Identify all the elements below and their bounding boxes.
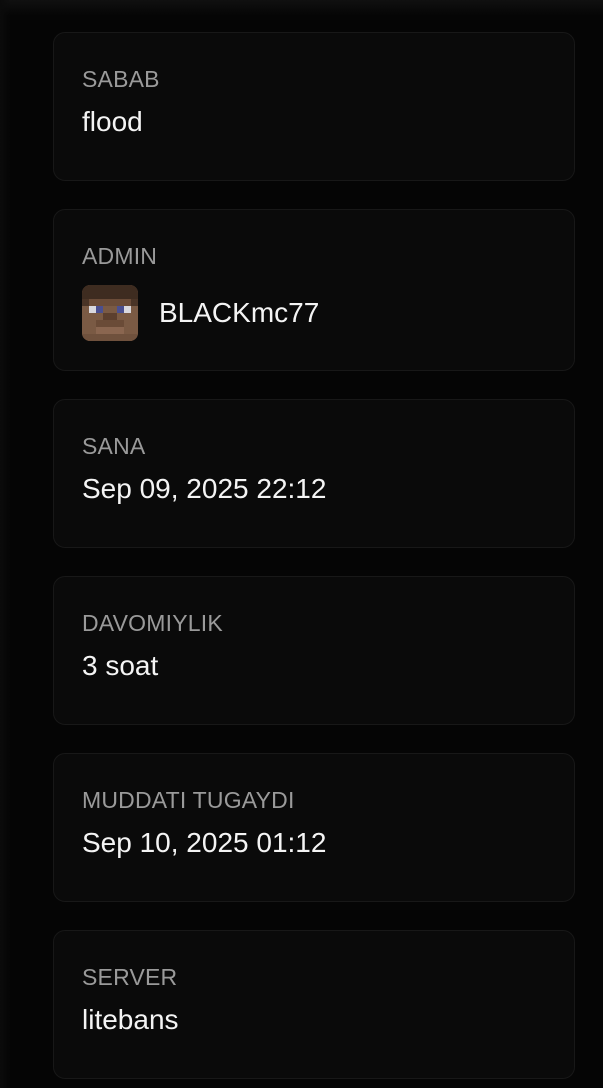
admin-label: ADMIN xyxy=(82,243,158,269)
duration-value: 3 soat xyxy=(82,650,159,681)
date-label: SANA xyxy=(82,433,146,459)
date-card: SANA Sep 09, 2025 22:12 xyxy=(53,399,575,548)
reason-value: flood xyxy=(82,106,143,137)
top-shade xyxy=(0,0,603,16)
expires-label: MUDDATI TUGAYDI xyxy=(82,787,295,813)
server-value: litebans xyxy=(82,1004,179,1035)
duration-card: DAVOMIYLIK 3 soat xyxy=(53,576,575,725)
admin-card: ADMIN BLACKmc77 xyxy=(53,209,575,371)
punishment-details-list: SABAB flood ADMIN BLACKmc77 SANA Sep 09,… xyxy=(53,32,575,1079)
server-card: SERVER litebans xyxy=(53,930,575,1079)
reason-card: SABAB flood xyxy=(53,32,575,181)
duration-label: DAVOMIYLIK xyxy=(82,610,223,636)
server-label: SERVER xyxy=(82,964,178,990)
expires-value: Sep 10, 2025 01:12 xyxy=(82,827,327,858)
reason-label: SABAB xyxy=(82,66,160,92)
admin-row[interactable]: BLACKmc77 xyxy=(82,285,574,341)
admin-name[interactable]: BLACKmc77 xyxy=(159,297,319,329)
expires-card: MUDDATI TUGAYDI Sep 10, 2025 01:12 xyxy=(53,753,575,902)
minecraft-player-head-icon xyxy=(82,285,138,341)
date-value: Sep 09, 2025 22:12 xyxy=(82,473,327,504)
left-edge-shade xyxy=(0,0,10,1088)
